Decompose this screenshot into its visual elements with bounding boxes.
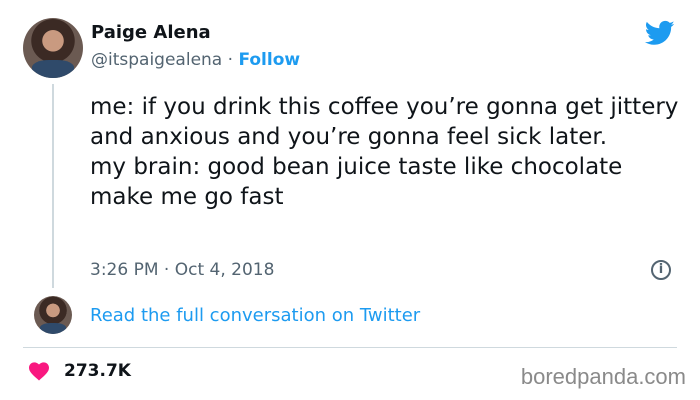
author-name[interactable]: Paige Alena	[91, 22, 211, 43]
divider	[23, 347, 677, 348]
author-avatar[interactable]	[23, 18, 83, 78]
thread-line	[52, 84, 54, 288]
read-full-conversation-link[interactable]: Read the full conversation on Twitter	[90, 305, 420, 326]
heart-icon[interactable]	[28, 361, 50, 381]
timestamp-separator: ·	[163, 260, 170, 280]
follow-button[interactable]: Follow	[238, 50, 300, 70]
reply-avatar	[34, 296, 72, 334]
tweet-text: me: if you drink this coffee you’re gonn…	[90, 94, 679, 210]
watermark: boredpanda.com	[520, 364, 686, 389]
handle-separator: ·	[227, 50, 234, 70]
info-icon[interactable]: i	[651, 260, 671, 280]
handle-row: @itspaigealena · Follow	[91, 50, 300, 70]
author-handle[interactable]: @itspaigealena	[91, 50, 222, 70]
like-count: 273.7K	[64, 361, 131, 381]
twitter-bird-icon[interactable]	[643, 18, 677, 48]
tweet-timestamp[interactable]: 3:26 PM · Oct 4, 2018	[90, 260, 274, 280]
tweet-time: 3:26 PM	[90, 260, 159, 280]
tweet-date: Oct 4, 2018	[174, 260, 275, 280]
